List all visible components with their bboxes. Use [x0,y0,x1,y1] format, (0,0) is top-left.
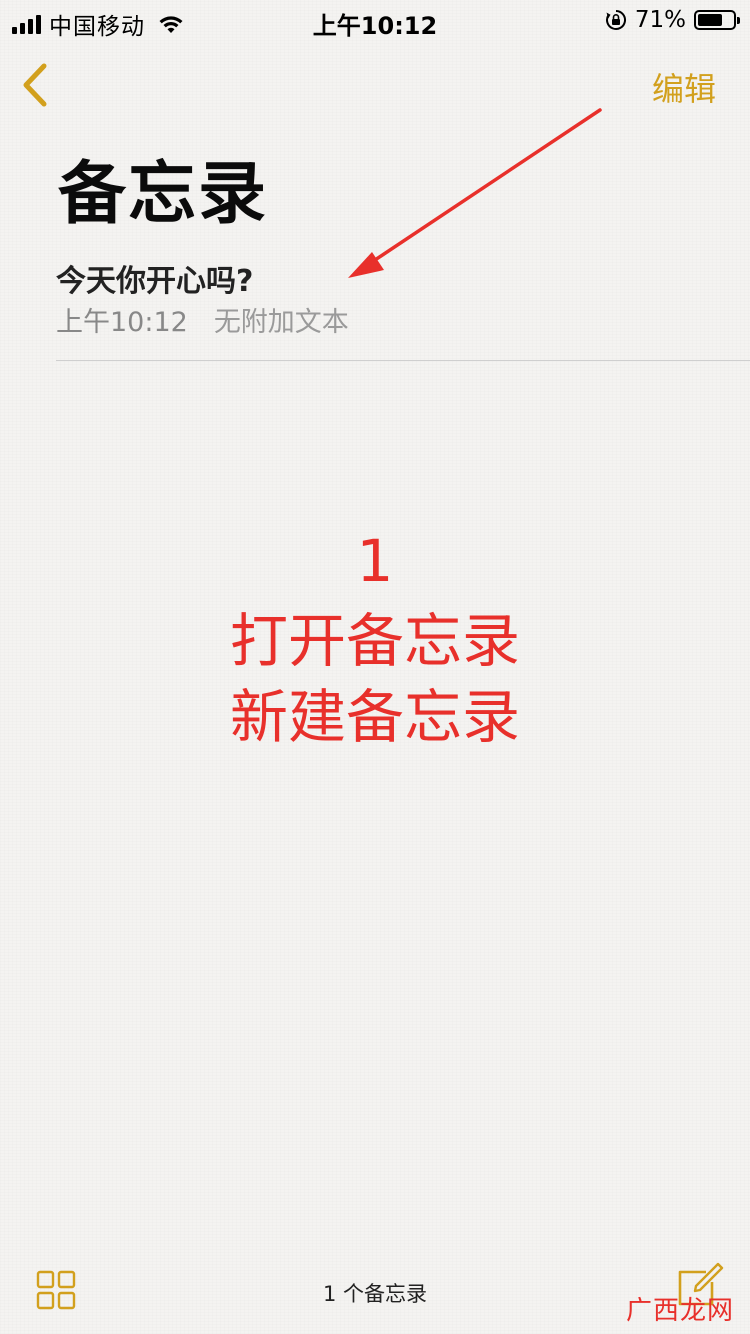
note-time: 上午10:12 [56,307,188,338]
status-bar: 中国移动 上午10:12 71% [0,0,750,40]
note-meta: 上午10:12 无附加文本 [56,300,349,339]
watermark: 广西龙网 [625,1296,734,1326]
divider [56,360,750,361]
battery-icon [694,10,740,30]
page-title: 备忘录 [58,155,269,234]
list-item[interactable]: 今天你开心吗? 上午10:12 无附加文本 [56,252,750,360]
edit-button[interactable]: 编辑 [652,64,716,110]
orientation-lock-icon [605,10,626,30]
annotation-line1: 打开备忘录 [229,607,520,675]
annotation-line2: 新建备忘录 [229,683,520,751]
battery-percent: 71% [634,7,686,33]
annotation-step: 1 [356,527,394,595]
note-preview: 无附加文本 [213,307,349,338]
status-right: 71% [605,7,740,33]
chevron-left-icon[interactable] [18,60,54,110]
battery-level-fill [698,14,723,26]
note-title: 今天你开心吗? [56,264,254,299]
